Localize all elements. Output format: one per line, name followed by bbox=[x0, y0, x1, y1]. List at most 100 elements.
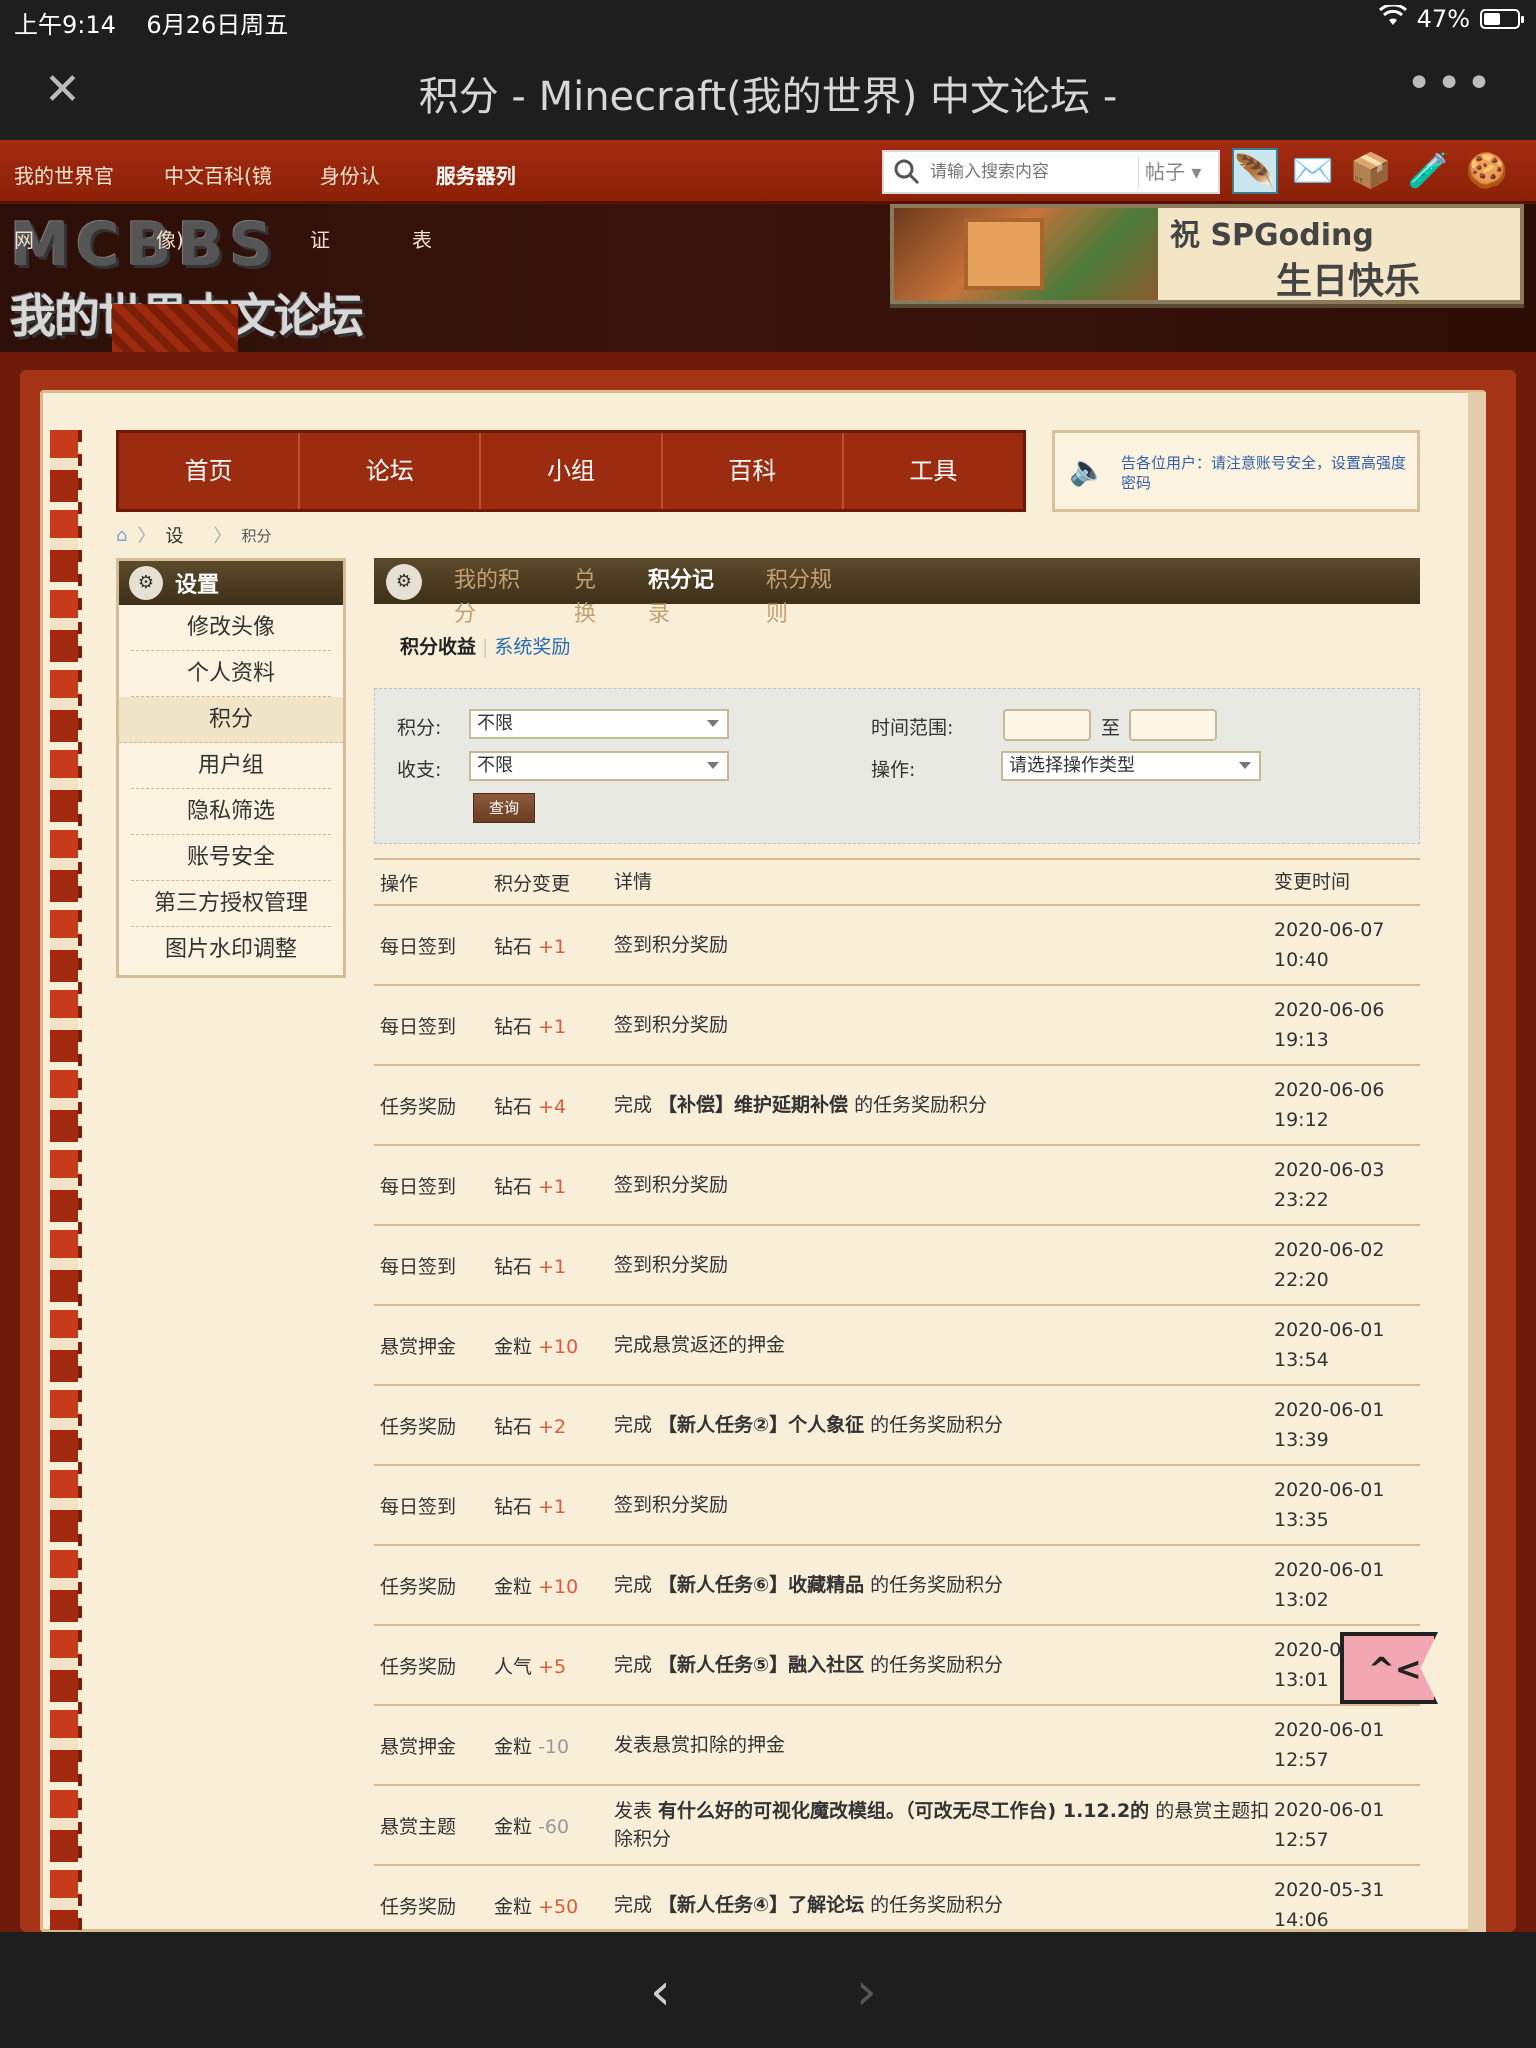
status-date: 6月26日周五 bbox=[146, 11, 289, 39]
breadcrumb-separator: 〉 bbox=[213, 526, 232, 547]
inout-select[interactable]: 不限 bbox=[469, 751, 729, 781]
sidebar-item-usergroup[interactable]: 用户组 bbox=[131, 743, 331, 789]
start-date-input[interactable] bbox=[1003, 709, 1091, 741]
site-link-wrap-2: 像) bbox=[156, 228, 184, 252]
row-operation: 任务奖励 bbox=[380, 1655, 457, 1678]
search-scope-select[interactable]: 帖子 ▾ bbox=[1138, 156, 1218, 188]
row-detail-link[interactable]: 【新人任务⑥】收藏精品 bbox=[658, 1574, 864, 1596]
row-detail: 签到积分奖励 bbox=[614, 931, 1274, 959]
nav-home[interactable]: 首页 bbox=[119, 433, 301, 509]
inout-value: 不限 bbox=[477, 755, 513, 776]
tab-credit-log[interactable]: 积分记 录 bbox=[648, 564, 738, 632]
table-row: 每日签到 钻石 +1 签到积分奖励 2020-06-07 10:40 bbox=[374, 906, 1420, 986]
wifi-icon bbox=[1378, 3, 1407, 33]
home-icon[interactable]: ⌂ bbox=[116, 525, 127, 546]
site-link-wrap-1: 网 bbox=[14, 228, 34, 252]
nav-tools[interactable]: 工具 bbox=[844, 433, 1023, 509]
row-clock: 14:06 bbox=[1274, 1909, 1329, 1931]
tab-my-credits[interactable]: 我的积 分 bbox=[454, 564, 544, 632]
row-operation: 每日签到 bbox=[380, 1255, 457, 1278]
search-icon[interactable] bbox=[884, 152, 930, 192]
sidebar-item-privacy[interactable]: 隐私筛选 bbox=[131, 789, 331, 835]
row-detail-link[interactable]: 【新人任务④】了解论坛 bbox=[658, 1894, 864, 1916]
subtab-income[interactable]: 积分收益 bbox=[400, 636, 476, 658]
settings-icon: ⚙ bbox=[386, 564, 422, 600]
row-detail-prefix: 签到积分奖励 bbox=[614, 1014, 729, 1036]
row-detail-suffix: 的任务奖励积分 bbox=[864, 1894, 1004, 1916]
row-clock: 13:54 bbox=[1274, 1349, 1329, 1371]
sidebar-item-watermark[interactable]: 图片水印调整 bbox=[131, 927, 331, 973]
chain-border-shadow bbox=[78, 430, 82, 1930]
row-time: 2020-06-06 19:12 bbox=[1274, 1075, 1420, 1135]
credit-type-select[interactable]: 不限 bbox=[469, 709, 729, 739]
row-credit-delta: +1 bbox=[538, 935, 567, 958]
row-detail-link[interactable]: 【补偿】维护延期补偿 bbox=[658, 1094, 848, 1116]
search-input[interactable] bbox=[930, 156, 1138, 188]
row-credit-type: 金粒 bbox=[494, 1335, 533, 1358]
row-date: 2020-06-01 bbox=[1274, 1799, 1385, 1821]
nav-wiki[interactable]: 百科 bbox=[663, 433, 844, 509]
more-icon[interactable]: ••• bbox=[1406, 58, 1496, 109]
sidebar-header: ⚙ 设置 bbox=[119, 561, 343, 605]
row-credit-change: 人气 +5 bbox=[494, 1652, 614, 1679]
sidebar-item-profile[interactable]: 个人资料 bbox=[131, 651, 331, 697]
row-operation: 任务奖励 bbox=[380, 1095, 457, 1118]
sidebar-item-oauth[interactable]: 第三方授权管理 bbox=[131, 881, 331, 927]
subtab-system-reward[interactable]: 系统奖励 bbox=[494, 636, 570, 658]
row-date: 2020-06-01 bbox=[1274, 1479, 1385, 1501]
cookie-icon[interactable]: 🍪 bbox=[1464, 148, 1510, 194]
notice-box: 🔈 告各位用户：请注意账号安全，设置高强度密码 bbox=[1052, 430, 1420, 512]
sidebar-item-credits[interactable]: 积分 bbox=[119, 697, 343, 743]
operation-select[interactable]: 请选择操作类型 bbox=[1001, 751, 1261, 781]
table-row: 任务奖励 人气 +5 完成 【新人任务⑤】融入社区 的任务奖励积分 2020-0 13:… bbox=[374, 1626, 1420, 1706]
breadcrumb-settings[interactable]: 设 bbox=[165, 522, 183, 548]
credit-log-table: 操作 积分变更 详情 变更时间 每日签到 钻石 +1 签到积分奖励 2020-06-0… bbox=[374, 858, 1420, 1946]
row-detail: 签到积分奖励 bbox=[614, 1251, 1274, 1279]
row-credit-delta: +1 bbox=[538, 1495, 567, 1518]
row-detail-link[interactable]: 【新人任务②】个人象征 bbox=[658, 1414, 864, 1436]
potion-icon[interactable]: 🧪 bbox=[1406, 148, 1452, 194]
row-detail-link[interactable]: 【新人任务⑤】融入社区 bbox=[658, 1654, 864, 1676]
row-date: 2020-06-03 bbox=[1274, 1159, 1385, 1181]
row-credit-type: 钻石 bbox=[494, 1015, 533, 1038]
row-detail-suffix: 的任务奖励积分 bbox=[864, 1654, 1004, 1676]
query-button[interactable]: 查询 bbox=[473, 793, 535, 823]
box-icon[interactable]: 📦 bbox=[1348, 148, 1394, 194]
row-detail-link[interactable]: 有什么好的可视化魔改模组。（可改无尽工作台) 1.12.2的 bbox=[658, 1800, 1149, 1822]
birthday-banner[interactable]: 祝 SPGoding 生日快乐 bbox=[890, 204, 1524, 304]
tab-credit-rules[interactable]: 积分规 则 bbox=[766, 564, 856, 632]
site-link-official[interactable]: 我的世界官 bbox=[0, 140, 128, 204]
settings-icon: ⚙ bbox=[129, 566, 163, 600]
sidebar-item-security[interactable]: 账号安全 bbox=[131, 835, 331, 881]
nav-forum[interactable]: 论坛 bbox=[300, 433, 482, 509]
forward-icon[interactable]: › bbox=[856, 1962, 877, 2022]
row-detail: 完成 【补偿】维护延期补偿 的任务奖励积分 bbox=[614, 1091, 1274, 1119]
row-detail-suffix: 的任务奖励积分 bbox=[848, 1094, 988, 1116]
site-link-servers[interactable]: 服务器列 bbox=[394, 140, 530, 204]
notice-text[interactable]: 告各位用户：请注意账号安全，设置高强度密码 bbox=[1121, 453, 1411, 493]
back-icon[interactable]: ‹ bbox=[650, 1962, 671, 2022]
row-detail-prefix: 完成 bbox=[614, 1094, 659, 1116]
row-clock: 12:57 bbox=[1274, 1829, 1329, 1851]
row-credit-delta: +50 bbox=[538, 1895, 579, 1918]
row-operation: 每日签到 bbox=[380, 1495, 457, 1518]
close-icon[interactable]: ✕ bbox=[44, 68, 81, 112]
sidebar-item-avatar[interactable]: 修改头像 bbox=[131, 605, 331, 651]
row-credit-change: 金粒 +10 bbox=[494, 1332, 614, 1359]
row-time: 2020-06-02 22:20 bbox=[1274, 1235, 1420, 1295]
site-link-verify[interactable]: 身份认 bbox=[286, 140, 394, 204]
row-operation: 任务奖励 bbox=[380, 1575, 457, 1598]
end-date-input[interactable] bbox=[1129, 709, 1217, 741]
feather-icon[interactable]: 🪶 bbox=[1232, 148, 1278, 194]
row-detail-prefix: 发表 bbox=[614, 1800, 659, 1822]
dropdown-caret-icon bbox=[707, 720, 719, 727]
site-link-wiki[interactable]: 中文百科(镜 bbox=[128, 140, 286, 204]
status-right: 47% bbox=[1378, 3, 1524, 33]
nav-groups[interactable]: 小组 bbox=[481, 433, 663, 509]
row-detail-prefix: 完成 bbox=[614, 1574, 659, 1596]
row-credit-change: 金粒 -10 bbox=[494, 1732, 614, 1759]
row-detail-suffix: 的任务奖励积分 bbox=[864, 1414, 1004, 1436]
row-credit-delta: +10 bbox=[538, 1575, 579, 1598]
row-detail: 完成 【新人任务⑤】融入社区 的任务奖励积分 bbox=[614, 1651, 1274, 1679]
message-icon[interactable]: ✉️ bbox=[1290, 148, 1336, 194]
